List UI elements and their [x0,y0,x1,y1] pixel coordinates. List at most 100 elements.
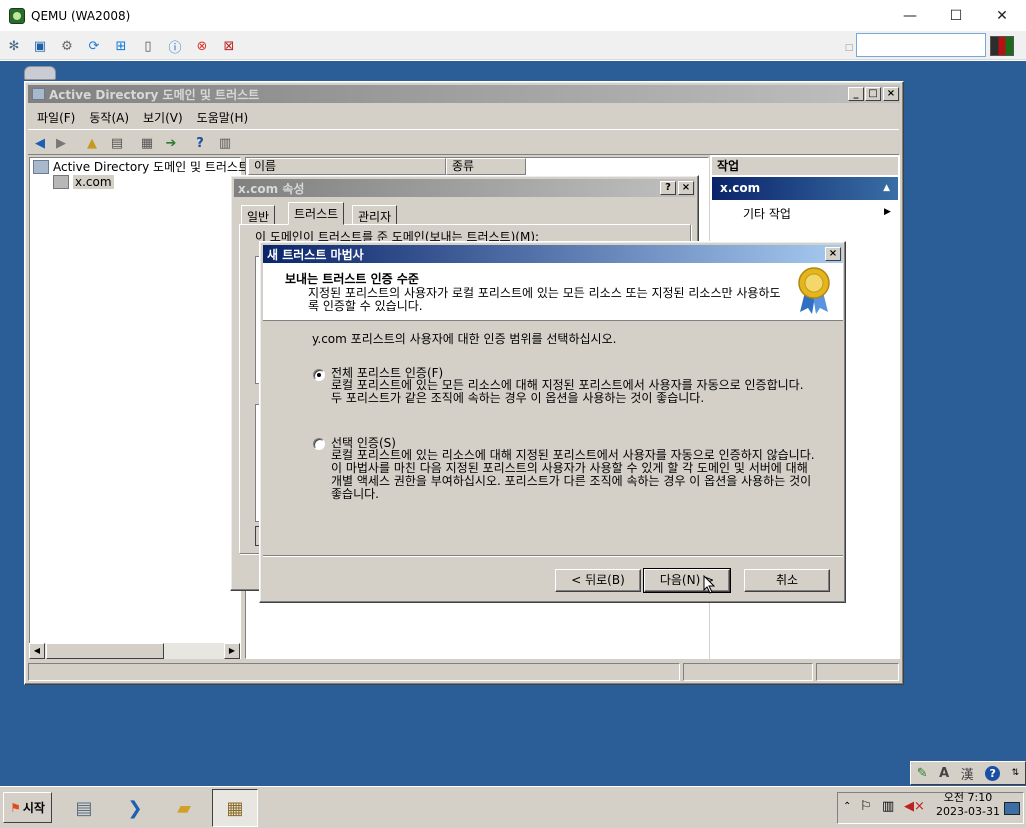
column-name[interactable]: 이름 [248,158,446,175]
color-indicator-icon[interactable] [990,36,1014,56]
volume-muted-icon[interactable]: ◀× [904,799,925,814]
actions-header: 작업 [712,157,898,175]
action-more-actions[interactable]: 기타 작업 [743,205,791,222]
wizard-prompt: y.com 포리스트의 사용자에 대한 인증 범위를 선택하십시오. [312,332,617,346]
tree-item-label: x.com [73,175,114,189]
mmc-title: Active Directory 도메인 및 트러스트 [49,87,260,102]
up-folder-icon[interactable]: ▲ [83,134,101,152]
back-button[interactable]: < 뒤로(B) [555,569,641,592]
wizard-separator [263,555,843,557]
properties-help-button[interactable]: ? [660,181,676,195]
tab-trusts[interactable]: 트러스트 [288,202,345,225]
tab-managed-by[interactable]: 관리자 [352,205,398,225]
status-cell-main [28,663,680,681]
clock-time: 오전 7:10 [943,791,993,804]
scroll-thumb[interactable] [46,643,164,659]
ime-pad-icon[interactable]: ✎ [917,766,928,781]
wizard-titlebar: 새 트러스트 마법사 × [263,245,842,263]
status-cell-3 [816,663,899,681]
language-bar: ✎ A 漢 ? ⇅ [910,761,1026,785]
fullscreen-icon[interactable]: ▣ [31,37,49,55]
scroll-left-button[interactable]: ◀ [29,643,45,659]
start-button[interactable]: ⚑ 시작 [3,792,52,823]
show-tree-icon[interactable]: ▤ [108,134,126,152]
show-hidden-icons[interactable]: ⌃ [843,801,851,812]
scroll-right-button[interactable]: ▶ [224,643,240,659]
cancel-button[interactable]: 취소 [744,569,830,592]
wizard-header-title: 보내는 트러스트 인증 수준 [285,272,419,286]
action-pane-icon[interactable]: ▥ [216,134,234,152]
tab-general[interactable]: 일반 [241,205,276,225]
tree-root-label: Active Directory 도메인 및 트러스트 [53,160,250,174]
delete-file-icon[interactable]: ⊠ [220,37,238,55]
start-label: 시작 [22,801,45,815]
column-type[interactable]: 종류 [446,158,526,175]
collapse-icon[interactable]: ▲ [883,177,890,200]
menu-help[interactable]: 도움말(H) [197,109,249,126]
taskbar-ad-domains-trusts[interactable]: ▦ [212,789,258,827]
menu-file[interactable]: 파일(F) [37,109,75,126]
menu-view[interactable]: 보기(V) [143,109,183,126]
explorer-folder-icon[interactable]: ▰ [167,792,201,824]
option-selective-desc: 로컬 포리스트에 있는 리소스에 대해 지정된 포리스트에서 사용자를 자동으로… [331,448,815,501]
network-icon[interactable]: ▥ [882,799,894,814]
qemu-close-button[interactable]: ✕ [979,0,1025,31]
tree-horizontal-scrollbar[interactable]: ◀ ▶ [29,643,240,659]
tree-root-item[interactable]: Active Directory 도메인 및 트러스트 [33,158,249,175]
mmc-titlebar: Active Directory 도메인 및 트러스트 _ □ × [28,85,900,103]
ad-domains-icon [33,159,49,174]
mmc-close-button[interactable]: × [883,87,899,101]
menu-action[interactable]: 동작(A) [89,109,129,126]
language-help-icon[interactable]: ? [985,765,1001,781]
refresh-icon[interactable]: ⟳ [85,37,103,55]
medal-icon [798,267,830,314]
mmc-minimize-button[interactable]: _ [848,87,864,101]
forward-icon[interactable]: ▶ [52,134,70,152]
action-center-flag-icon[interactable]: ⚐ [860,799,872,814]
qemu-minimize-button[interactable]: — [887,0,933,31]
wizard-close-button[interactable]: × [825,247,841,261]
windows-icon[interactable]: ⊞ [112,37,130,55]
properties-close-button[interactable]: × [678,181,694,195]
wizard-title: 새 트러스트 마법사 [267,247,364,262]
hanja-icon[interactable]: 漢 [961,764,974,783]
mmc-maximize-button[interactable]: □ [865,87,881,101]
mmc-statusbar [28,663,899,682]
qemu-search-input[interactable] [856,33,986,57]
tree-pane [29,157,241,659]
properties-icon[interactable]: ▦ [138,134,156,152]
next-button[interactable]: 다음(N) > [643,568,731,593]
clock-date: 2023-03-31 [936,805,1000,818]
properties-titlebar: x.com 속성 ? × [234,179,695,197]
actions-section-x-com[interactable]: x.com ▲ [712,177,898,200]
language-bar-options-icon[interactable]: ⇅ [1012,768,1020,778]
action-more-actions-label: 기타 작업 [743,207,791,221]
radio-forest-wide-authentication[interactable] [313,369,325,381]
tree-item-x-com[interactable]: x.com [53,175,114,189]
info-icon[interactable]: ⓘ [166,37,184,56]
taskbar: ⚑ 시작 ▤ ❯ ▰ ▦ ⌃ ⚐ ▥ ◀× [0,786,1026,828]
settings-network-icon[interactable]: ✻ [5,37,23,55]
server-manager-icon[interactable]: ▤ [67,792,101,824]
stop-icon[interactable]: ⊗ [193,37,211,55]
taskbar-clock[interactable]: 오전 7:10 2023-03-31 [935,791,1001,819]
radio-selective-authentication[interactable] [313,438,325,450]
export-icon[interactable]: ➔ [162,134,180,152]
qemu-window-title: QEMU (WA2008) [31,8,131,23]
ime-mode-icon[interactable]: A [939,766,949,781]
qemu-titlebar: QEMU (WA2008) — ☐ ✕ [0,0,1026,31]
qemu-logo-icon [9,7,25,24]
help-icon[interactable]: ? [191,134,209,152]
qemu-maximize-button[interactable]: ☐ [933,0,979,31]
show-desktop-icon[interactable] [1004,802,1020,815]
properties-title: x.com 속성 [238,181,305,196]
actions-section-label: x.com [720,181,761,195]
file-icon[interactable]: ▯ [139,37,157,55]
powershell-icon[interactable]: ❯ [118,792,152,824]
option-forest-wide-desc: 로컬 포리스트에 있는 모든 리소스에 대해 지정된 포리스트에서 사용자를 자… [331,378,804,405]
gear-icon[interactable]: ⚙ [58,37,76,55]
recycle-bin-icon[interactable] [24,66,56,80]
status-cell-2 [683,663,813,681]
mmc-toolbar: ◀ ▶ ▲ ▤ ▦ ➔ ? ▥ [28,129,899,155]
back-icon[interactable]: ◀ [31,134,49,152]
